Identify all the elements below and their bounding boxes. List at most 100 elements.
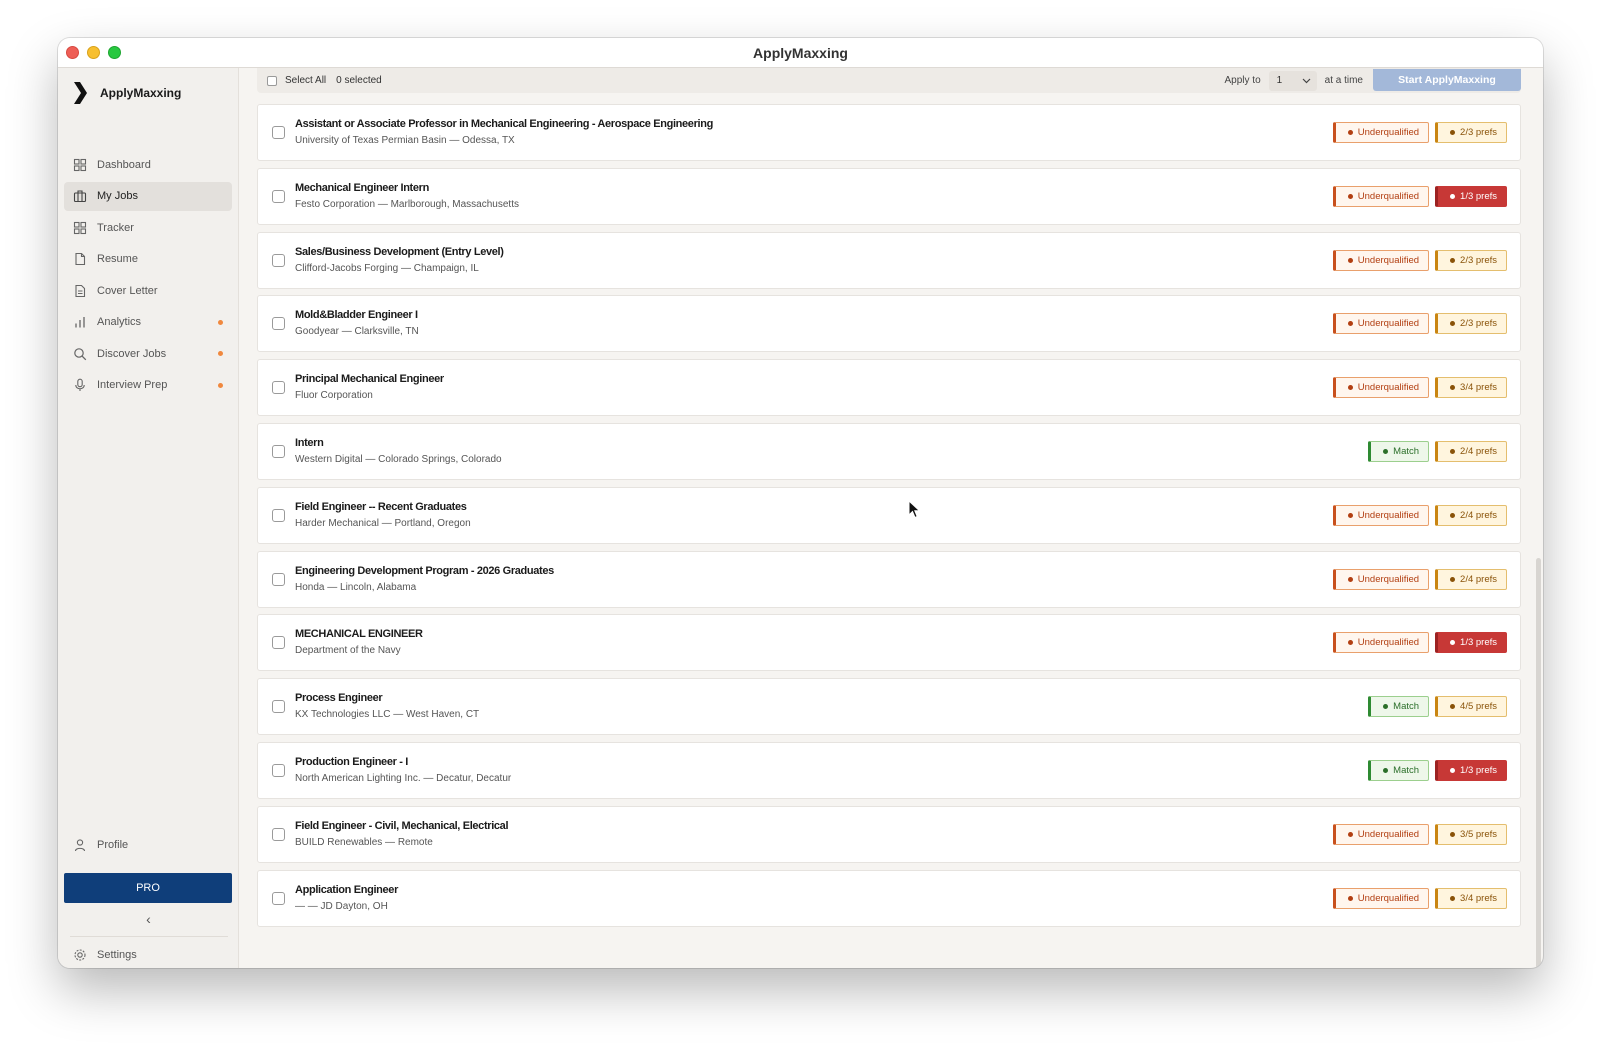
job-checkbox[interactable]	[272, 317, 285, 331]
job-card[interactable]: Principal Mechanical Engineer Fluor Corpo…	[257, 359, 1521, 417]
sidebar-item-dashboard[interactable]: Dashboard	[64, 150, 232, 179]
job-title[interactable]: Field Engineer - Civil, Mechanical, Elec…	[295, 819, 509, 834]
job-info: Intern Western Digital — Colorado Springs…	[295, 436, 502, 467]
divider	[70, 936, 228, 937]
zoom-window-button[interactable]	[108, 46, 121, 59]
qualification-badge: Underqualified	[1332, 377, 1430, 399]
select-all-label[interactable]: Select All	[285, 75, 326, 86]
qualification-label: Underqualified	[1357, 127, 1420, 138]
job-checkbox[interactable]	[272, 572, 285, 586]
sidebar-item-label: Cover Letter	[97, 284, 158, 297]
pro-button[interactable]: PRO	[64, 873, 232, 903]
prefs-badge: 1/3 prefs	[1435, 185, 1507, 207]
select-all-checkbox[interactable]	[267, 75, 277, 86]
job-card[interactable]: Mechanical Engineer Intern Festo Corporat…	[257, 167, 1521, 225]
job-checkbox[interactable]	[272, 891, 285, 905]
dashboard-icon	[73, 158, 87, 171]
job-badges: Underqualified 1/3 prefs	[1332, 185, 1507, 207]
letter-icon	[75, 284, 86, 297]
job-checkbox[interactable]	[272, 381, 285, 395]
job-checkbox[interactable]	[272, 700, 285, 714]
job-card[interactable]: Assistant or Associate Professor in Mech…	[257, 104, 1521, 161]
job-info: Principal Mechanical Engineer Fluor Corpo…	[295, 372, 444, 403]
collapse-sidebar-button[interactable]: ‹	[58, 911, 239, 927]
at-a-time-label: at a time	[1324, 75, 1363, 86]
job-company-location: Fluor Corporation	[295, 390, 373, 402]
sidebar-item-settings[interactable]: Settings	[73, 948, 137, 962]
status-dot-icon	[1383, 704, 1389, 710]
qualification-badge: Underqualified	[1332, 504, 1430, 526]
status-dot-icon	[1383, 448, 1389, 454]
user-icon	[74, 839, 86, 852]
job-title[interactable]: Assistant or Associate Professor in Mech…	[295, 117, 713, 132]
job-info: Sales/Business Development (Entry Level)…	[295, 245, 504, 276]
status-dot-icon	[1450, 895, 1456, 901]
sidebar-item-cover-letter[interactable]: Cover Letter	[64, 276, 232, 305]
bar-chart-icon	[75, 317, 85, 328]
job-company-location: BUILD Renewables — Remote	[295, 836, 433, 848]
job-title[interactable]: Application Engineer	[295, 883, 398, 898]
job-card[interactable]: Process Engineer KX Technologies LLC — We…	[257, 678, 1521, 736]
job-title[interactable]: Mechanical Engineer Intern	[295, 181, 519, 196]
sidebar-item-tracker[interactable]: Tracker	[64, 213, 232, 242]
job-title[interactable]: Process Engineer	[295, 691, 479, 706]
job-title[interactable]: Engineering Development Program - 2026 G…	[295, 564, 554, 579]
job-checkbox[interactable]	[272, 827, 285, 841]
job-card[interactable]: MECHANICAL ENGINEER Department of the Nav…	[257, 614, 1521, 672]
prefs-label: 1/3 prefs	[1460, 190, 1497, 202]
prefs-badge: 2/4 prefs	[1435, 504, 1507, 526]
status-dot-icon	[1450, 193, 1456, 199]
job-company-location: University of Texas Permian Basin — Odes…	[295, 135, 515, 146]
start-applymaxxing-button[interactable]: Start ApplyMaxxing	[1373, 68, 1521, 91]
job-title[interactable]: Field Engineer -- Recent Graduates	[295, 500, 471, 515]
job-card[interactable]: Sales/Business Development (Entry Level)…	[257, 231, 1521, 289]
prefs-label: 1/3 prefs	[1460, 637, 1497, 649]
qualification-label: Underqualified	[1357, 892, 1420, 904]
status-dot-icon	[1347, 831, 1353, 837]
job-checkbox[interactable]	[272, 253, 285, 267]
job-checkbox[interactable]	[272, 444, 285, 458]
job-card[interactable]: Field Engineer - Civil, Mechanical, Elec…	[257, 805, 1521, 863]
job-checkbox[interactable]	[272, 189, 285, 203]
sidebar-item-discover-jobs[interactable]: Discover Jobs	[64, 339, 232, 368]
job-card[interactable]: Intern Western Digital — Colorado Springs…	[257, 422, 1521, 480]
minimize-window-button[interactable]	[87, 46, 100, 59]
sidebar-item-my-jobs[interactable]: My Jobs	[64, 181, 232, 211]
job-checkbox[interactable]	[272, 508, 285, 522]
status-dot-icon	[1450, 385, 1456, 391]
sidebar-item-profile[interactable]: Profile	[73, 838, 128, 852]
status-dot-icon	[1347, 130, 1353, 135]
job-title[interactable]: Mold&Bladder Engineer I	[295, 308, 419, 323]
job-badges: Match 4/5 prefs	[1368, 696, 1507, 718]
job-card[interactable]: Application Engineer — — JD Dayton, OH Und…	[257, 869, 1521, 927]
job-title[interactable]: Intern	[295, 436, 502, 451]
sidebar-item-analytics[interactable]: Analytics	[64, 308, 232, 337]
status-dot-icon	[1450, 831, 1456, 837]
job-checkbox[interactable]	[272, 126, 285, 139]
notification-dot	[218, 382, 223, 388]
job-title[interactable]: Principal Mechanical Engineer	[295, 372, 444, 387]
prefs-label: 2/3 prefs	[1460, 318, 1497, 330]
close-window-button[interactable]	[66, 46, 79, 59]
job-company-location: Harder Mechanical — Portland, Oregon	[295, 517, 471, 529]
qualification-label: Underqualified	[1357, 573, 1420, 585]
job-title[interactable]: Sales/Business Development (Entry Level)	[295, 245, 504, 260]
job-card[interactable]: Production Engineer - I North American Li…	[257, 741, 1521, 799]
apply-count-select[interactable]: 1	[1268, 70, 1317, 91]
job-card[interactable]: Engineering Development Program - 2026 G…	[257, 550, 1521, 608]
job-card[interactable]: Field Engineer -- Recent Graduates Harder…	[257, 486, 1521, 544]
scrollbar[interactable]	[1536, 558, 1541, 968]
job-card[interactable]: Mold&Bladder Engineer I Goodyear — Clarks…	[257, 295, 1521, 353]
sidebar-item-resume[interactable]: Resume	[64, 245, 232, 274]
status-dot-icon	[1450, 448, 1456, 454]
logo-icon	[74, 82, 87, 104]
job-title[interactable]: Production Engineer - I	[295, 755, 511, 770]
job-title[interactable]: MECHANICAL ENGINEER	[295, 627, 423, 642]
brand[interactable]: ApplyMaxxing	[72, 82, 181, 104]
job-checkbox[interactable]	[272, 636, 285, 650]
job-checkbox[interactable]	[272, 763, 285, 777]
prefs-badge: 2/4 prefs	[1435, 440, 1507, 462]
job-badges: Match 1/3 prefs	[1368, 759, 1507, 781]
job-info: Field Engineer - Civil, Mechanical, Elec…	[295, 819, 509, 850]
sidebar-item-interview-prep[interactable]: Interview Prep	[64, 371, 232, 400]
